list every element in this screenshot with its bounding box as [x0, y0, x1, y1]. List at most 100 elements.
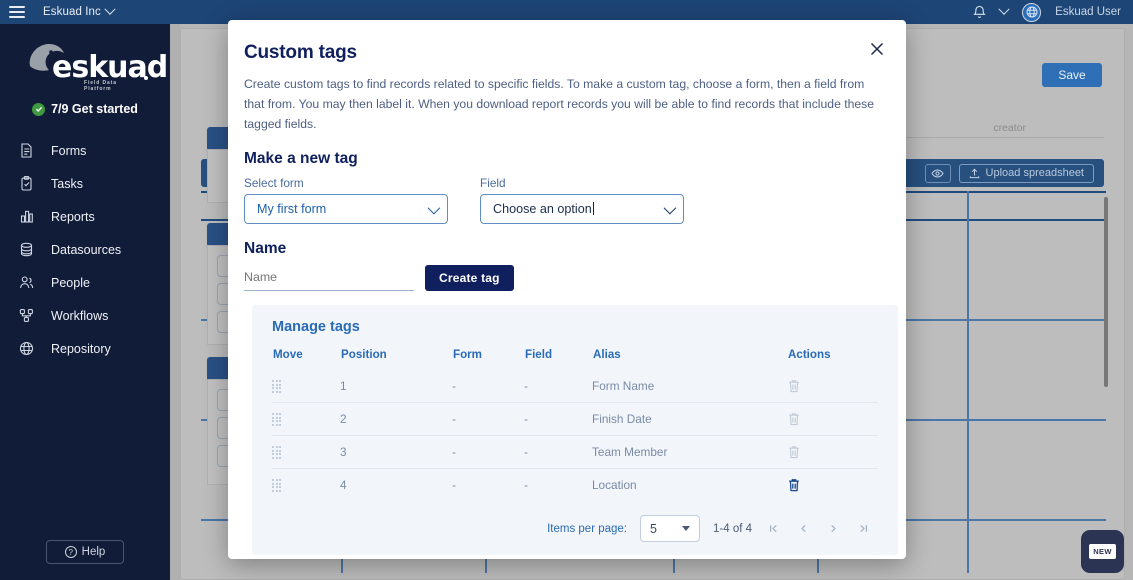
select-form-label: Select form: [244, 176, 448, 190]
manage-tags-heading: Manage tags: [272, 319, 878, 335]
prev-page-icon[interactable]: [795, 520, 812, 537]
cell-alias: Location: [592, 469, 787, 502]
select-form-group: Select form My first form: [244, 176, 448, 224]
chevron-down-icon-user[interactable]: [998, 4, 1009, 15]
upload-spreadsheet-button[interactable]: Upload spreadsheet: [959, 164, 1094, 183]
top-bar-right: Eskuad User: [973, 3, 1133, 22]
name-heading: Name: [244, 240, 882, 258]
document-icon: [18, 142, 35, 159]
sidebar-item-label: Tasks: [51, 177, 83, 191]
field-value: Choose an option: [493, 202, 592, 216]
logo-tagline: Field Data Platform: [84, 80, 146, 92]
people-icon: [18, 274, 35, 291]
bar-chart-icon: [18, 208, 35, 225]
help-button[interactable]: ? Help: [46, 540, 124, 564]
column-header-form: Form: [452, 347, 524, 370]
new-feature-fab[interactable]: NEW: [1081, 530, 1124, 573]
new-tag-fields: Select form My first form Field Choose a…: [244, 176, 882, 224]
manage-tags-panel: Manage tags Move Position Form Field Ali…: [252, 305, 898, 555]
table-header-row: Move Position Form Field Alias Actions: [272, 347, 878, 370]
cell-alias: Form Name: [592, 370, 787, 403]
select-form-value: My first form: [257, 202, 326, 216]
bell-icon[interactable]: [973, 5, 986, 20]
save-button[interactable]: Save: [1042, 63, 1102, 87]
items-per-page-select[interactable]: 5: [640, 515, 700, 542]
pagination-range: 1-4 of 4: [713, 523, 752, 535]
sidebar-item-label: Reports: [51, 210, 95, 224]
chevron-down-icon: [682, 526, 690, 531]
drag-handle-icon[interactable]: [272, 479, 281, 492]
table-row: 2 - - Finish Date: [272, 403, 878, 436]
drag-handle-icon[interactable]: [272, 413, 281, 426]
cell-actions: [787, 469, 878, 502]
sidebar-item-tasks[interactable]: Tasks: [0, 167, 170, 200]
field-dropdown[interactable]: Choose an option: [480, 194, 684, 224]
column-header-field: Field: [524, 347, 592, 370]
app-root: Eskuad Inc Eskuad User ‹ Save: [0, 0, 1133, 580]
sidebar-item-workflows[interactable]: Workflows: [0, 299, 170, 332]
select-form-dropdown[interactable]: My first form: [244, 194, 448, 224]
help-label: Help: [82, 546, 106, 558]
column-header-actions: Actions: [787, 347, 878, 370]
cell-alias: Finish Date: [592, 403, 787, 436]
drag-handle-cell: [272, 436, 340, 469]
dialog-description: Create custom tags to find records relat…: [244, 75, 882, 134]
logo: eskuad Field Data Platform: [24, 38, 146, 96]
grid-scrollbar[interactable]: [1104, 197, 1108, 387]
new-badge-label: NEW: [1089, 544, 1115, 559]
avatar[interactable]: [1022, 3, 1041, 22]
items-per-page-value: 5: [650, 522, 657, 536]
table-row: 4 - - Location: [272, 469, 878, 502]
trash-icon[interactable]: [787, 411, 878, 427]
trash-icon[interactable]: [787, 378, 878, 394]
cell-actions: [787, 370, 878, 403]
sidebar-item-repository[interactable]: Repository: [0, 332, 170, 365]
drag-handle-cell: [272, 370, 340, 403]
eye-icon[interactable]: [925, 164, 951, 183]
drag-handle-cell: [272, 469, 340, 502]
hamburger-menu-icon[interactable]: [9, 6, 25, 18]
background-rail: [170, 24, 180, 580]
creator-label: creator: [993, 122, 1026, 134]
sidebar-item-datasources[interactable]: Datasources: [0, 233, 170, 266]
sidebar-item-label: Forms: [51, 144, 86, 158]
cell-field: -: [524, 469, 592, 502]
items-per-page-label: Items per page:: [547, 523, 627, 535]
drag-handle-cell: [272, 403, 340, 436]
cell-actions: [787, 403, 878, 436]
org-name-label: Eskuad Inc: [43, 6, 101, 18]
drag-handle-icon[interactable]: [272, 380, 281, 393]
sidebar-item-label: Repository: [51, 342, 111, 356]
name-row: Create tag: [244, 265, 882, 291]
chevron-down-icon: [428, 202, 441, 215]
field-select-group: Field Choose an option: [480, 176, 684, 224]
org-switcher[interactable]: Eskuad Inc: [43, 6, 114, 18]
trash-icon[interactable]: [787, 477, 878, 493]
cell-position: 3: [340, 436, 452, 469]
cell-field: -: [524, 370, 592, 403]
sidebar-item-reports[interactable]: Reports: [0, 200, 170, 233]
sidebar-nav: Forms Tasks Reports: [0, 134, 170, 365]
first-page-icon[interactable]: [765, 520, 782, 537]
create-tag-button[interactable]: Create tag: [425, 265, 514, 291]
sidebar-item-label: Datasources: [51, 243, 121, 257]
name-input[interactable]: [244, 267, 414, 291]
drag-handle-icon[interactable]: [272, 446, 281, 459]
get-started-progress[interactable]: 7/9 Get started: [0, 102, 170, 116]
workflow-icon: [18, 307, 35, 324]
close-icon[interactable]: [868, 40, 886, 58]
last-page-icon[interactable]: [855, 520, 872, 537]
check-circle-icon: [32, 103, 45, 116]
cell-form: -: [452, 370, 524, 403]
sidebar-item-forms[interactable]: Forms: [0, 134, 170, 167]
sidebar-item-people[interactable]: People: [0, 266, 170, 299]
next-page-icon[interactable]: [825, 520, 842, 537]
user-name-label: Eskuad User: [1055, 6, 1121, 18]
cell-position: 4: [340, 469, 452, 502]
upload-spreadsheet-label: Upload spreadsheet: [986, 167, 1084, 179]
table-row: 3 - - Team Member: [272, 436, 878, 469]
sidebar-item-label: People: [51, 276, 90, 290]
tags-table: Move Position Form Field Alias Actions 1: [272, 347, 878, 501]
trash-icon[interactable]: [787, 444, 878, 460]
cell-position: 1: [340, 370, 452, 403]
